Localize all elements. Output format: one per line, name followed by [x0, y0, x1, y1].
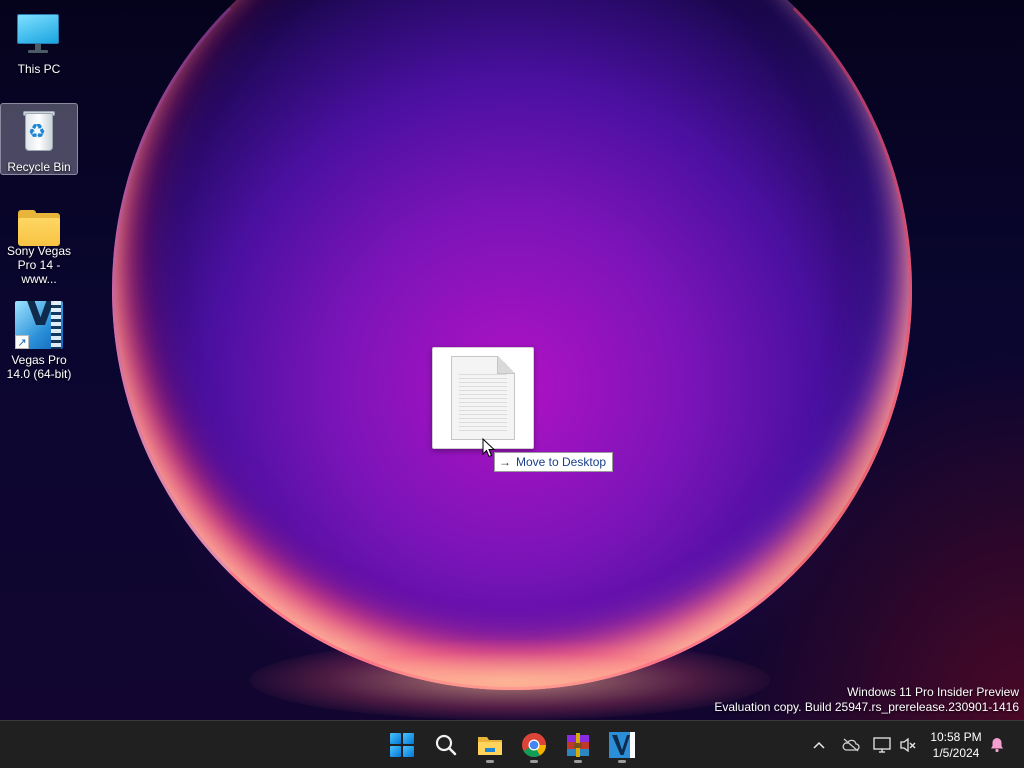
tray-network[interactable]: [870, 721, 894, 768]
network-icon: [873, 737, 891, 753]
desktop-icon-label: Vegas Pro 14.0 (64-bit): [6, 353, 72, 381]
desktop-icon-vegas-pro[interactable]: V ↗ Vegas Pro 14.0 (64-bit): [0, 296, 78, 382]
notifications-button[interactable]: [986, 721, 1008, 768]
notification-bell-icon: [991, 738, 1003, 753]
drag-tooltip: → Move to Desktop: [494, 452, 614, 472]
desktop-icon-sony-vegas-folder[interactable]: Sony Vegas Pro 14 - www...: [0, 200, 78, 286]
folder-icon: [15, 205, 63, 246]
chrome-icon: [522, 733, 546, 758]
tray-clock[interactable]: 10:58 PM 1/5/2024: [924, 729, 988, 761]
clock-time: 10:58 PM: [930, 730, 982, 744]
running-indicator: [618, 760, 626, 763]
this-pc-icon: [15, 10, 63, 58]
desktop-icon-label: This PC: [17, 62, 61, 76]
taskbar-app-chrome[interactable]: [514, 725, 554, 765]
taskbar-app-file-explorer[interactable]: [470, 725, 510, 765]
shortcut-arrow-icon: ↗: [15, 335, 29, 349]
evaluation-watermark: Windows 11 Pro Insider Preview Evaluatio…: [714, 685, 1019, 715]
arrow-right-icon: →: [499, 455, 511, 469]
watermark-line-1: Windows 11 Pro Insider Preview: [847, 685, 1019, 699]
desktop-icon-recycle-bin[interactable]: ♻ Recycle Bin: [0, 103, 78, 175]
recycle-bin-icon: ♻: [15, 109, 63, 156]
clock-date: 1/5/2024: [932, 746, 980, 760]
tray-onedrive[interactable]: [838, 721, 864, 768]
running-indicator: [574, 760, 582, 763]
volume-muted-icon: [900, 737, 916, 753]
chevron-up-icon: [813, 741, 825, 749]
desktop-icon-label: Recycle Bin: [7, 160, 71, 174]
watermark-line-2: Evaluation copy. Build 25947.rs_prerelea…: [714, 700, 1019, 714]
wallpaper-vignette: [724, 350, 1024, 720]
running-indicator: [530, 760, 538, 763]
tray-volume[interactable]: [896, 721, 920, 768]
drag-ghost: [432, 347, 534, 449]
vegas-pro-icon: [609, 732, 635, 758]
taskbar-app-winrar[interactable]: [558, 725, 598, 765]
start-button[interactable]: [382, 725, 422, 765]
search-button[interactable]: [426, 725, 466, 765]
desktop-icon-this-pc[interactable]: This PC: [0, 5, 78, 77]
winrar-icon: [567, 733, 589, 757]
show-hidden-icons-button[interactable]: [808, 721, 830, 768]
cloud-offline-icon: [842, 738, 860, 752]
search-icon: [435, 734, 457, 756]
drag-tooltip-text: Move to Desktop: [516, 455, 607, 469]
wallpaper-glow: [250, 640, 770, 720]
taskbar-app-vegas-pro[interactable]: [602, 725, 642, 765]
file-explorer-icon: [478, 737, 502, 755]
windows-start-icon: [390, 733, 414, 757]
taskbar: 10:58 PM 1/5/2024: [0, 720, 1024, 768]
running-indicator: [486, 760, 494, 763]
vegas-pro-icon: V ↗: [15, 301, 63, 349]
desktop-icon-label: Sony Vegas Pro 14 - www...: [6, 244, 72, 286]
